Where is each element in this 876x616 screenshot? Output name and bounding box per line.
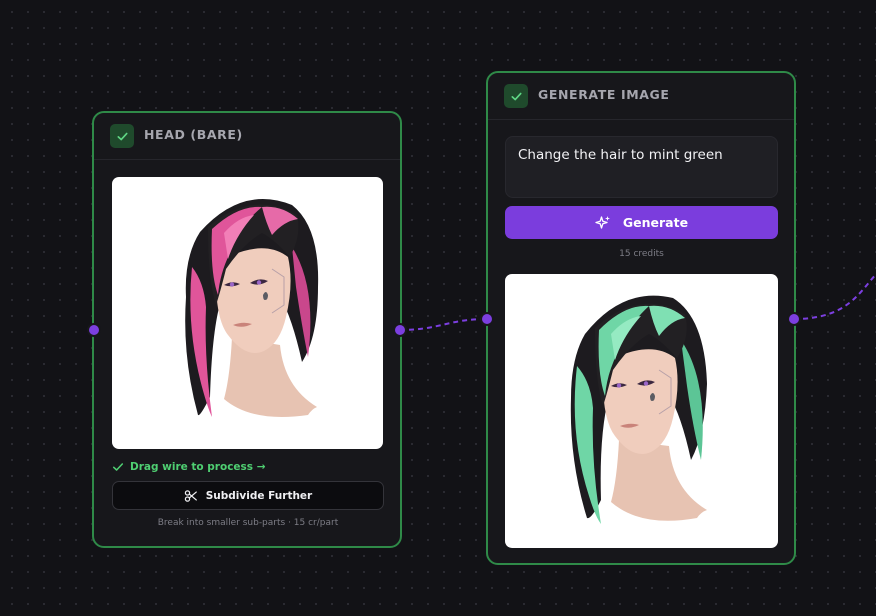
prompt-text: Change the hair to mint green [518, 147, 723, 163]
head-illustration-mint [570, 295, 707, 524]
status-indicator: Drag wire to process → [112, 461, 266, 473]
subdivide-button[interactable]: Subdivide Further [112, 481, 384, 510]
generate-input-port[interactable] [482, 314, 492, 324]
check-icon [510, 92, 522, 100]
generate-output-port[interactable] [789, 314, 799, 324]
node-select-checkbox[interactable] [110, 124, 134, 148]
wire-head-to-generate[interactable] [399, 318, 488, 331]
head-input-port[interactable] [89, 325, 99, 335]
subdivide-label: Subdivide Further [205, 489, 313, 502]
generate-button[interactable]: Generate [505, 206, 778, 239]
check-icon [116, 132, 128, 140]
sparkles-icon [595, 215, 610, 229]
generate-image-node[interactable]: GENERATE IMAGE Change the hair to mint g… [486, 71, 796, 565]
node-header: HEAD (BARE) [94, 113, 400, 160]
scissors-icon [184, 489, 197, 502]
subdivide-caption: Break into smaller sub-parts · 15 cr/par… [157, 518, 339, 528]
node-title: HEAD (BARE) [144, 127, 243, 142]
wire-generate-out[interactable] [793, 270, 876, 320]
node-header: GENERATE IMAGE [488, 73, 794, 120]
credits-text: 15 credits [619, 249, 664, 259]
generate-label: Generate [622, 215, 689, 230]
status-text: Drag wire to process → [130, 461, 266, 473]
head-node[interactable]: HEAD (BARE) Drag wire to process → Subdi… [92, 111, 402, 548]
prompt-input[interactable]: Change the hair to mint green [505, 136, 778, 198]
check-icon [112, 463, 124, 471]
node-title: GENERATE IMAGE [538, 87, 670, 102]
head-illustration-pink [185, 199, 319, 417]
generated-image [505, 274, 778, 548]
node-select-checkbox[interactable] [504, 84, 528, 108]
head-preview-image [112, 177, 383, 449]
head-output-port[interactable] [395, 325, 405, 335]
